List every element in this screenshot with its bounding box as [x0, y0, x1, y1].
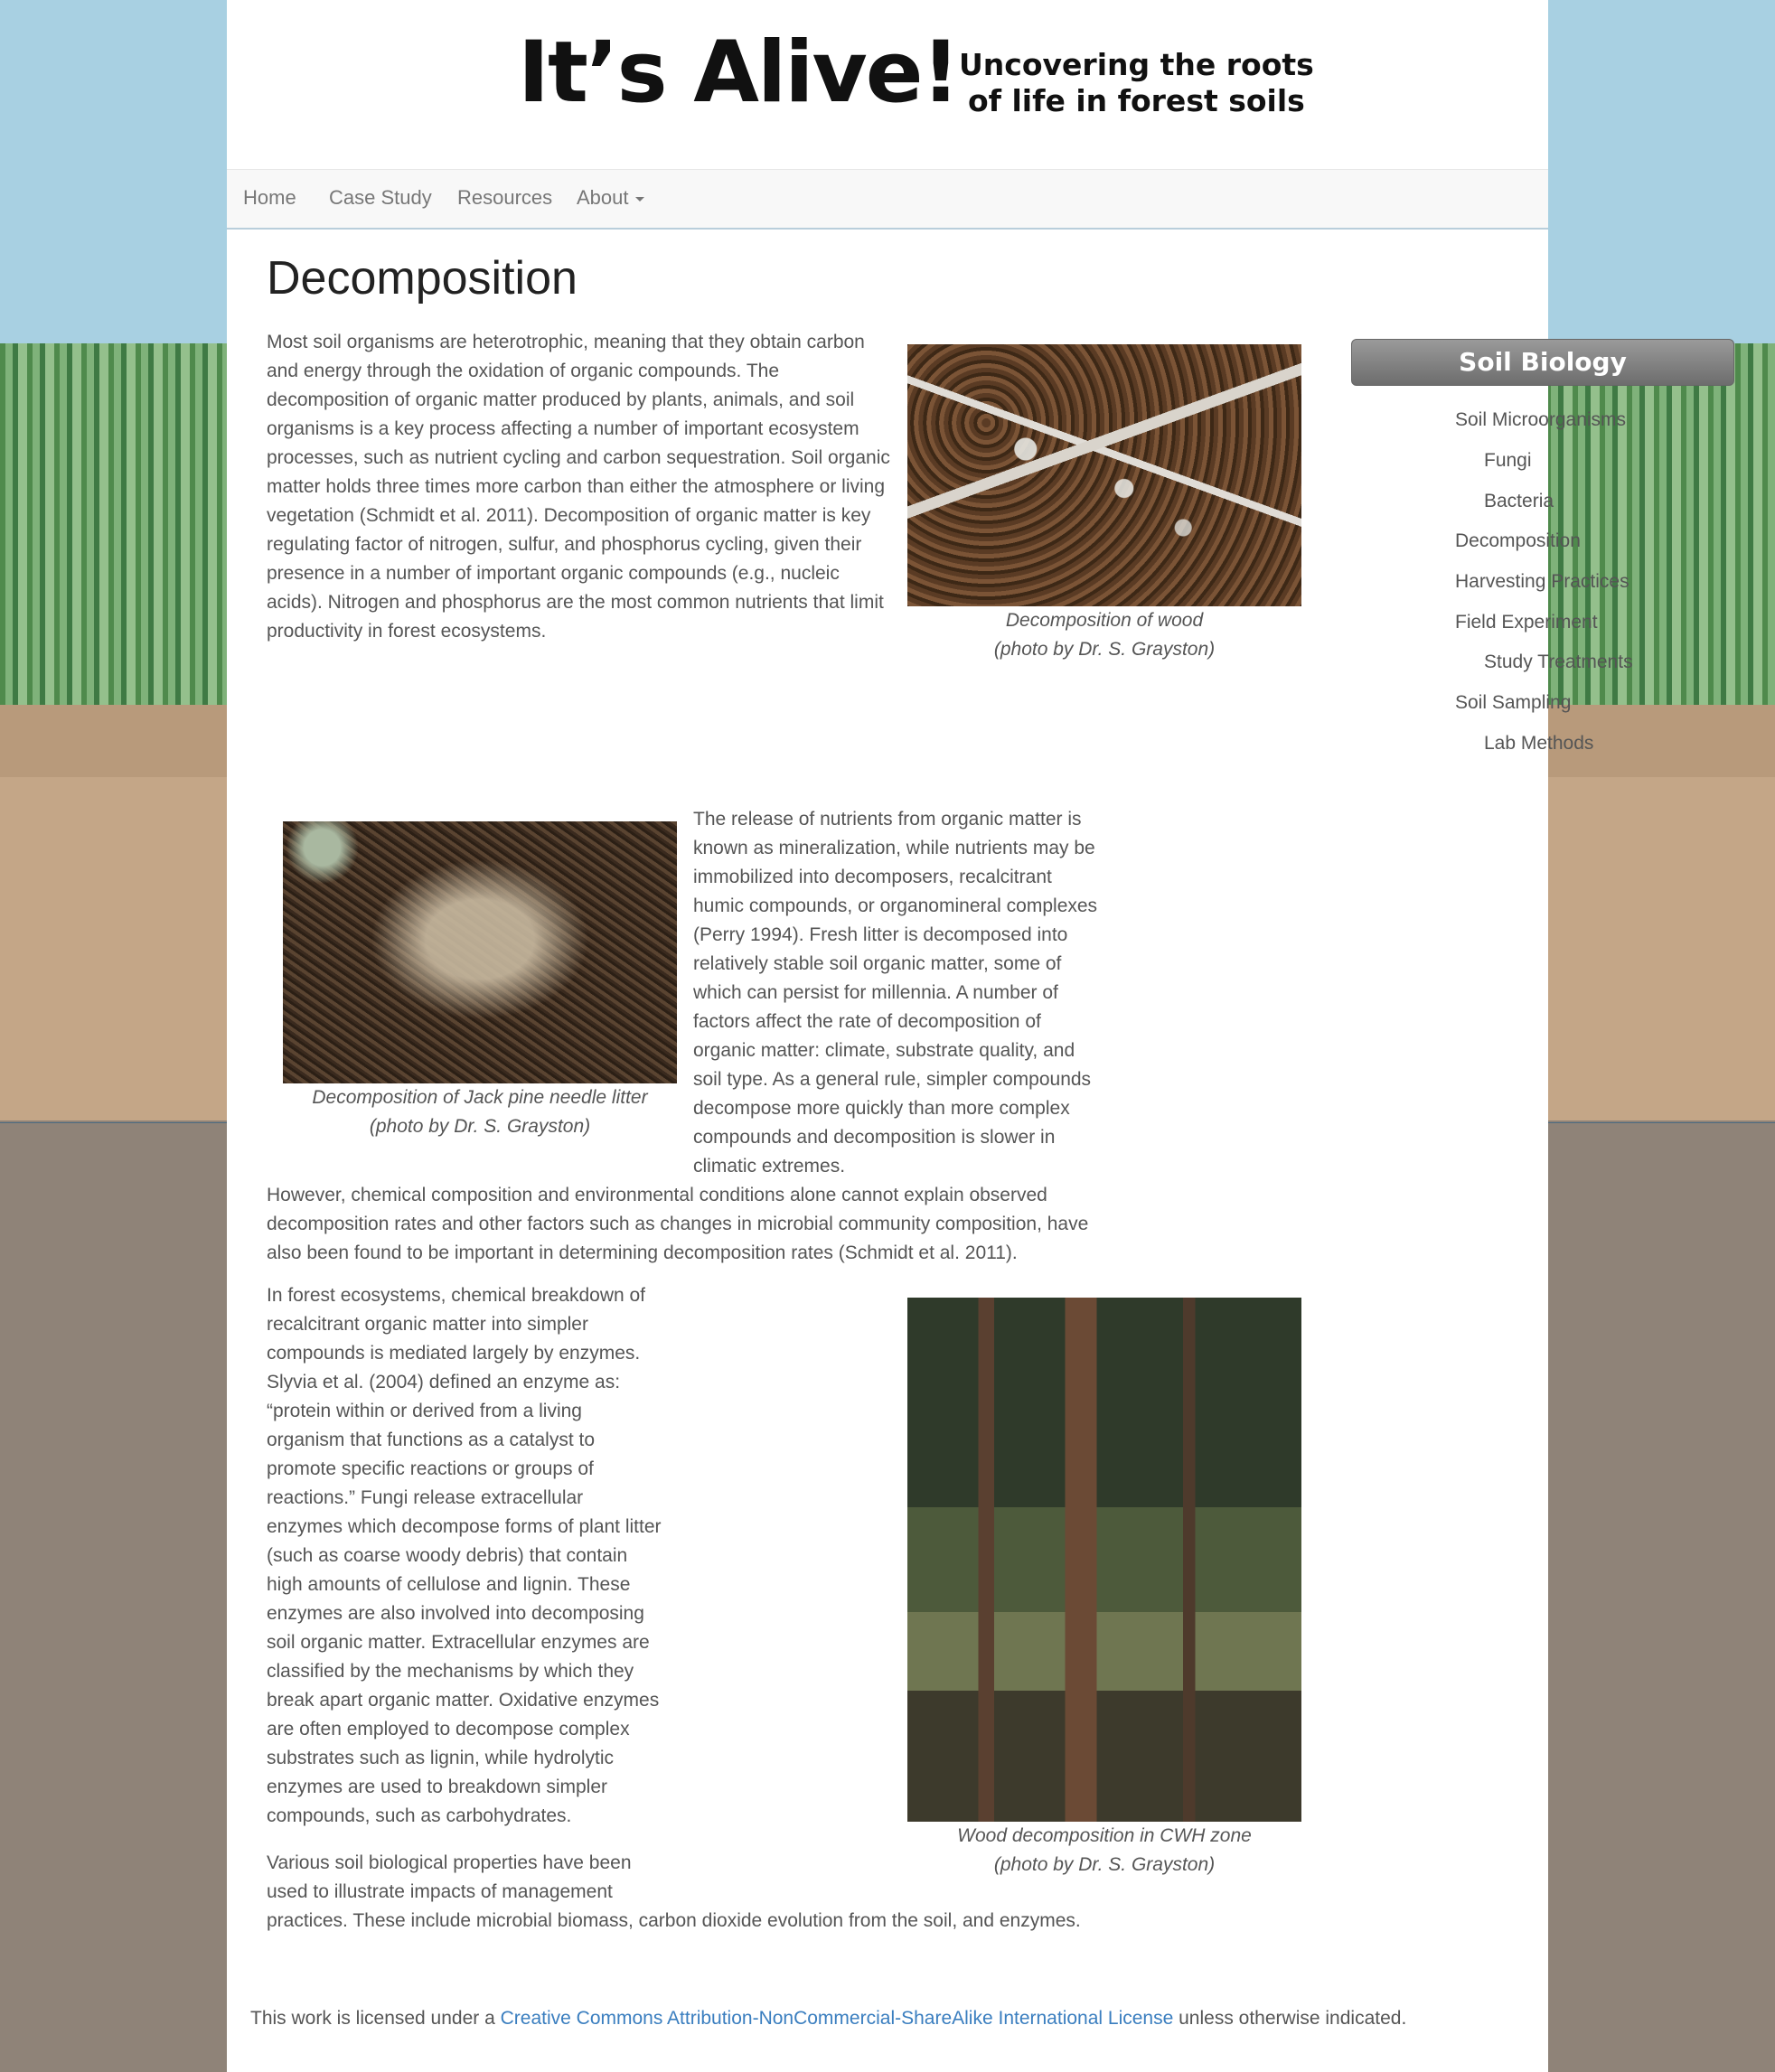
footer-prefix: This work is licensed under a	[250, 2008, 501, 2029]
text-wrap-spacer	[899, 328, 1333, 680]
site-logo-title[interactable]: It’s Alive!	[518, 31, 960, 116]
site-logo-subtitle: Uncovering the roots of life in forest s…	[959, 47, 1314, 119]
sidebar-item-study-treatments[interactable]: Study Treatments	[1484, 652, 1633, 673]
site-logo-subtitle-line1: Uncovering the roots	[959, 47, 1314, 82]
caption-line: Wood decomposition in CWH zone	[957, 1825, 1252, 1846]
caption-credit: (photo by Dr. S. Grayston)	[369, 1116, 591, 1137]
photo-cwh-wood-decomposition	[907, 1298, 1301, 1822]
paragraph-management-line: practices. These include microbial bioma…	[267, 1910, 1081, 1931]
figure-cwh-wood: Wood decomposition in CWH zone (photo by…	[907, 1298, 1301, 1880]
paragraph-management: Various soil biological properties have …	[267, 1849, 1116, 1936]
nav-about-label: About	[577, 186, 629, 209]
main-navbar: Home Case Study Resources About	[227, 169, 1548, 230]
sidebar-item-harvesting-practices[interactable]: Harvesting Practices	[1455, 571, 1629, 593]
sidebar-item-decomposition[interactable]: Decomposition	[1455, 530, 1581, 552]
paragraph-enzymes: In forest ecosystems, chemical breakdown…	[267, 1285, 662, 1826]
nav-home[interactable]: Home	[243, 186, 296, 210]
paragraph-intro-text: Most soil organisms are heterotrophic, m…	[267, 332, 890, 642]
site-banner: It’s Alive! Uncovering the roots of life…	[227, 0, 1548, 169]
caret-down-icon	[634, 196, 644, 202]
license-link[interactable]: Creative Commons Attribution-NonCommerci…	[501, 2008, 1174, 2029]
paragraph-mineralization: The release of nutrients from organic ma…	[693, 809, 1098, 1177]
nav-about-dropdown[interactable]: About	[577, 186, 644, 210]
paragraph-intro: Most soil organisms are heterotrophic, m…	[267, 328, 1333, 680]
caption-line: Decomposition of Jack pine needle litter	[312, 1087, 648, 1108]
nav-case-study[interactable]: Case Study	[329, 186, 432, 210]
sidebar-item-soil-sampling[interactable]: Soil Sampling	[1455, 692, 1571, 714]
sidebar-item-lab-methods[interactable]: Lab Methods	[1484, 733, 1593, 755]
page-container: It’s Alive! Uncovering the roots of life…	[227, 0, 1734, 2072]
paragraph-mineralization-continued: However, chemical composition and enviro…	[267, 1185, 1089, 1263]
photo-jack-pine-litter	[283, 821, 677, 1083]
sidebar-item-fungi[interactable]: Fungi	[1484, 450, 1532, 472]
nav-resources[interactable]: Resources	[457, 186, 552, 210]
paragraph-management-line: Various soil biological properties have …	[267, 1852, 632, 1873]
site-logo-subtitle-line2: of life in forest soils	[967, 83, 1305, 118]
footer-suffix: unless otherwise indicated.	[1173, 2008, 1407, 2029]
figure-jack-pine-litter: Decomposition of Jack pine needle litter…	[283, 821, 677, 1141]
sidebar-heading: Soil Biology	[1351, 339, 1734, 386]
footer-license: This work is licensed under a Creative C…	[250, 2008, 1525, 2030]
paragraph-management-line: used to illustrate impacts of management	[267, 1881, 613, 1902]
figure-caption: Decomposition of Jack pine needle litter…	[283, 1083, 677, 1141]
sidebar-item-field-experiment[interactable]: Field Experiment	[1455, 612, 1598, 633]
sidebar-item-bacteria[interactable]: Bacteria	[1484, 491, 1554, 512]
sidebar-item-soil-microorganisms[interactable]: Soil Microorganisms	[1455, 409, 1626, 431]
page-title: Decomposition	[267, 252, 578, 305]
